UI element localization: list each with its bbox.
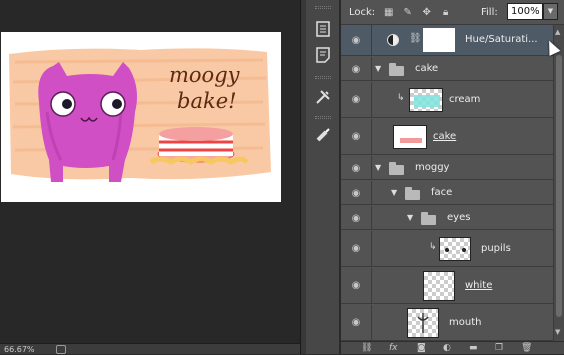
tools-icon[interactable] <box>312 86 334 108</box>
new-layer-icon[interactable]: ❐ <box>495 342 503 355</box>
lock-paint-icon[interactable]: ✎ <box>402 7 413 18</box>
scroll-thumb[interactable] <box>556 55 562 317</box>
visibility-eye-icon[interactable]: ◉ <box>349 317 363 328</box>
row-divider <box>371 25 372 55</box>
add-mask-icon[interactable]: ◙ <box>417 342 426 355</box>
scroll-down-icon[interactable]: ▼ <box>555 328 560 336</box>
folder-icon <box>421 212 436 225</box>
document-info-icon[interactable] <box>56 345 66 354</box>
visibility-eye-icon[interactable]: ◉ <box>349 94 363 105</box>
layer-thumbnail[interactable] <box>423 271 455 301</box>
folder-icon <box>389 63 404 76</box>
fill-dropdown-button[interactable]: ▼ <box>543 3 558 20</box>
row-divider <box>371 206 372 229</box>
doc-title-line1: moogy <box>169 63 241 87</box>
layer-name[interactable]: eyes <box>447 212 470 223</box>
layer-name[interactable]: mouth <box>449 317 481 328</box>
layer-name[interactable]: white <box>465 280 492 291</box>
visibility-eye-icon[interactable]: ◉ <box>349 280 363 291</box>
lock-label: Lock: <box>349 6 376 18</box>
layer-row-eyes-group[interactable]: ◉ ▼ eyes <box>341 206 553 230</box>
row-divider <box>371 57 372 80</box>
expand-triangle-icon[interactable]: ▼ <box>375 64 381 73</box>
layer-thumbnail[interactable] <box>439 237 471 261</box>
moogy-bake-illustration: moogy bake! <box>1 32 281 202</box>
layer-name[interactable]: moggy <box>415 162 449 173</box>
fill-label: Fill: <box>481 7 498 18</box>
panel-dock-strip <box>306 0 340 354</box>
clipping-arrow-icon: ↳ <box>429 242 437 252</box>
visibility-eye-icon[interactable]: ◉ <box>349 213 363 224</box>
row-divider <box>371 119 372 154</box>
fill-input[interactable]: 100% <box>507 3 543 20</box>
dock-grip[interactable] <box>315 6 331 9</box>
visibility-eye-icon[interactable]: ◉ <box>349 163 363 174</box>
doc-title-line2: bake! <box>177 89 237 113</box>
layer-thumbnail[interactable] <box>393 125 427 149</box>
row-divider <box>371 305 372 340</box>
layer-name[interactable]: Hue/Saturati... <box>465 34 538 45</box>
folder-icon <box>389 162 404 175</box>
scroll-up-icon[interactable]: ▲ <box>555 28 560 36</box>
layer-name[interactable]: cream <box>449 94 480 105</box>
layer-style-fx-icon[interactable]: fx <box>389 342 398 355</box>
expand-triangle-icon[interactable]: ▼ <box>391 188 397 197</box>
layer-row-hue-saturation[interactable]: ◉ ⛓ Hue/Saturati... <box>341 25 553 56</box>
expand-triangle-icon[interactable]: ▼ <box>407 213 413 222</box>
visibility-eye-icon[interactable]: ◉ <box>349 131 363 142</box>
adjustment-icon <box>387 34 399 46</box>
history-icon[interactable] <box>312 18 334 40</box>
layer-row-moggy-group[interactable]: ◉ ▼ moggy <box>341 156 553 180</box>
document-canvas[interactable]: moogy bake! <box>1 32 281 202</box>
layer-mask-thumbnail[interactable] <box>423 28 455 52</box>
canvas-area[interactable]: moogy bake! <box>0 0 300 344</box>
delete-layer-icon[interactable]: 🗑︎ <box>521 342 532 355</box>
lock-all-icon[interactable]: 🔒︎ <box>440 7 451 18</box>
layers-bottom-bar: ⛓ fx ◙ ◐ ▬ ❐ 🗑︎ <box>341 341 564 354</box>
chain-link-icon[interactable]: ⛓ <box>409 33 422 44</box>
row-divider <box>371 156 372 179</box>
new-group-icon[interactable]: ▬ <box>469 342 478 355</box>
expand-triangle-icon[interactable]: ▼ <box>375 163 381 172</box>
layer-row-face-group[interactable]: ◉ ▼ face <box>341 181 553 205</box>
clipping-arrow-icon: ↳ <box>397 93 405 103</box>
row-divider <box>371 181 372 204</box>
status-bar: 66.67% <box>0 343 300 354</box>
layers-scrollbar[interactable]: ▲ ▼ <box>553 25 564 341</box>
layer-name[interactable]: cake <box>415 63 438 74</box>
visibility-eye-icon[interactable]: ◉ <box>349 64 363 75</box>
layer-name[interactable]: face <box>431 187 452 198</box>
folder-icon <box>405 187 420 200</box>
layers-panel: Lock: ▦ ✎ ✥ 🔒︎ Fill: 100% ▼ ◉ ⛓ Hue/Satu… <box>341 0 564 354</box>
visibility-eye-icon[interactable]: ◉ <box>349 243 363 254</box>
layer-row-cake[interactable]: ◉ cake <box>341 119 553 155</box>
dock-grip[interactable] <box>315 116 331 119</box>
zoom-level[interactable]: 66.67% <box>4 344 35 355</box>
layer-row-mouth[interactable]: ◉ mouth <box>341 305 553 341</box>
layer-name[interactable]: pupils <box>481 243 511 254</box>
row-divider <box>371 82 372 117</box>
layer-row-pupils[interactable]: ◉ ↳ pupils <box>341 231 553 267</box>
row-divider <box>371 268 372 303</box>
link-layers-icon[interactable]: ⛓ <box>361 342 372 355</box>
visibility-eye-icon[interactable]: ◉ <box>349 35 363 46</box>
dock-grip[interactable] <box>315 76 331 79</box>
layer-thumbnail[interactable] <box>407 308 439 338</box>
notes-icon[interactable] <box>312 44 334 66</box>
visibility-eye-icon[interactable]: ◉ <box>349 188 363 199</box>
lock-move-icon[interactable]: ✥ <box>421 7 432 18</box>
brush-icon[interactable] <box>312 124 334 146</box>
adjustment-layer-icon[interactable]: ◐ <box>443 342 451 355</box>
lock-transparent-icon[interactable]: ▦ <box>383 7 394 18</box>
layer-row-cream[interactable]: ◉ ↳ cream <box>341 82 553 118</box>
layer-row-white[interactable]: ◉ white <box>341 268 553 304</box>
layer-row-cake-group[interactable]: ◉ ▼ cake <box>341 57 553 81</box>
layer-thumbnail[interactable] <box>409 88 443 112</box>
layer-name[interactable]: cake <box>433 131 456 142</box>
row-divider <box>371 231 372 266</box>
